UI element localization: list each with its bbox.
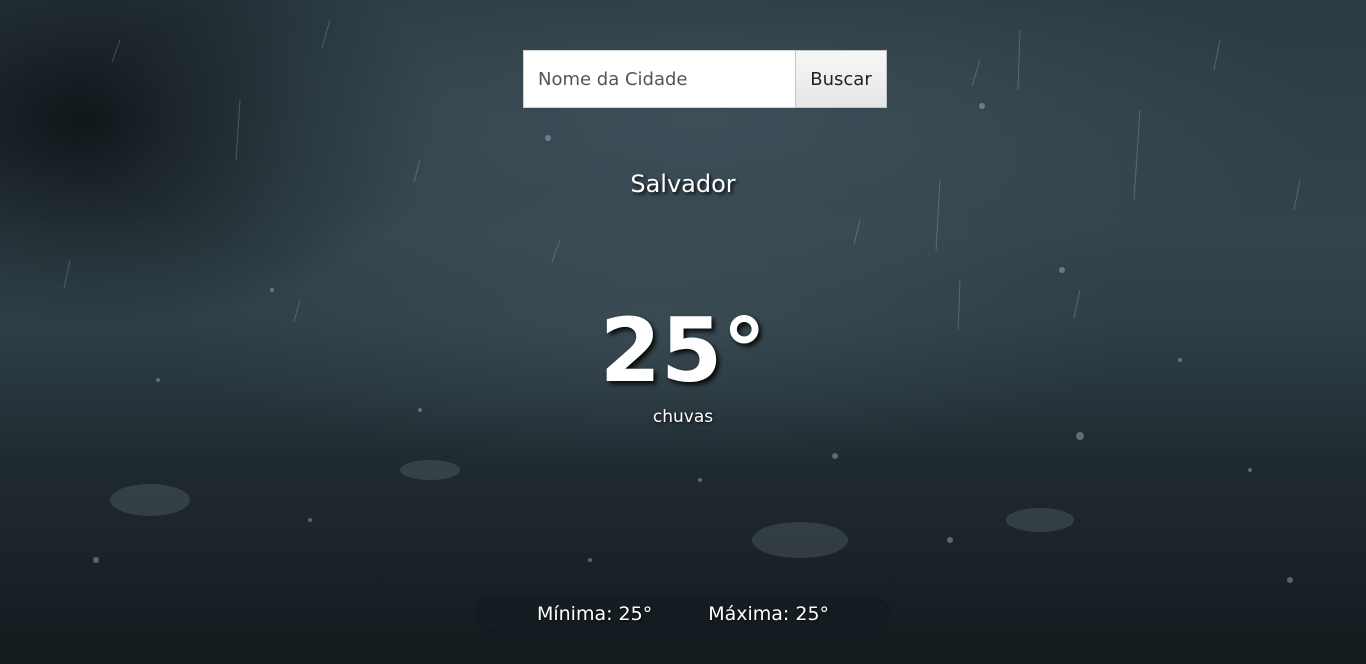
min-max-temperature-bar: Mínima: 25° Máxima: 25° bbox=[479, 598, 887, 630]
city-search-form: Buscar bbox=[523, 50, 887, 108]
city-name: Salvador bbox=[630, 170, 736, 198]
min-temperature: Mínima: 25° bbox=[536, 603, 653, 625]
max-temperature: Máxima: 25° bbox=[708, 603, 830, 625]
city-search-input[interactable] bbox=[523, 50, 795, 108]
weather-description: chuvas bbox=[652, 407, 714, 427]
current-temperature: 25° bbox=[599, 299, 767, 402]
search-button[interactable]: Buscar bbox=[795, 50, 887, 108]
